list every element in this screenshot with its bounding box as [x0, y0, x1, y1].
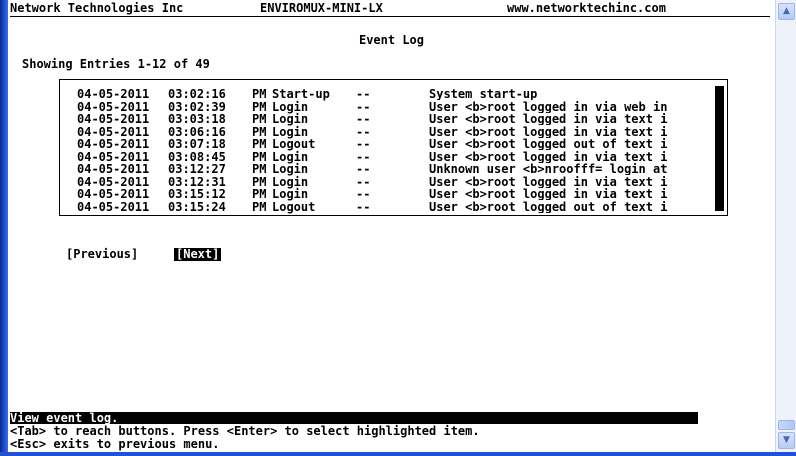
log-event: Logout — [272, 199, 316, 214]
log-dash: -- — [356, 199, 371, 214]
log-time: 03:06:16 — [168, 124, 226, 139]
window: Network Technologies Inc ENVIROMUX-MINI-… — [0, 0, 796, 456]
log-dash: -- — [356, 162, 371, 176]
log-description: User <b>root logged in via text i — [429, 113, 668, 125]
log-ampm: PM — [252, 99, 267, 114]
log-description: User <b>root logged in via text i — [429, 150, 668, 163]
log-date: 04-05-2011 — [77, 137, 150, 151]
log-time: 03:02:39 — [168, 99, 226, 114]
log-event: Login — [272, 149, 309, 164]
log-ampm: PM — [252, 149, 267, 164]
log-scrollbar[interactable] — [715, 86, 724, 211]
log-ampm: PM — [252, 112, 267, 126]
log-date: 04-05-2011 — [77, 87, 150, 101]
event-log-list[interactable]: 04-05-2011 03:02:16 PM Start-up -- System sta… — [59, 79, 728, 216]
log-time: 03:08:45 — [168, 149, 226, 164]
log-date: 04-05-2011 — [77, 174, 150, 189]
log-description: Unknown user <b>nroofff= login at — [429, 163, 668, 175]
status-bar: View event log. — [10, 412, 698, 424]
log-time: 03:12:27 — [168, 162, 226, 176]
log-date: 04-05-2011 — [77, 187, 150, 201]
log-event: Login — [272, 174, 309, 189]
log-event: Login — [272, 112, 309, 126]
log-dash: -- — [356, 99, 371, 114]
previous-button[interactable]: [Previous] — [66, 248, 138, 261]
log-ampm: PM — [252, 137, 267, 151]
terminal-screen: Network Technologies Inc ENVIROMUX-MINI-… — [8, 0, 775, 452]
log-dash: -- — [356, 149, 371, 164]
log-event: Login — [272, 187, 309, 201]
window-scrollbar[interactable]: ▲ ▼ — [775, 0, 796, 452]
log-dash: -- — [356, 124, 371, 139]
window-border-bottom — [0, 452, 796, 456]
scroll-thumb[interactable] — [778, 420, 795, 430]
log-description: User <b>root logged out of text i — [429, 138, 668, 150]
log-ampm: PM — [252, 187, 267, 201]
entries-count: Showing Entries 1-12 of 49 — [22, 57, 210, 71]
log-ampm: PM — [252, 124, 267, 139]
log-ampm: PM — [252, 162, 267, 176]
log-event: Login — [272, 99, 309, 114]
next-button[interactable]: [Next] — [174, 248, 222, 261]
log-time: 03:02:16 — [168, 87, 226, 101]
log-date: 04-05-2011 — [77, 99, 150, 114]
log-time: 03:12:31 — [168, 174, 226, 189]
help-text-esc: <Esc> exits to previous menu. — [10, 437, 220, 451]
log-date: 04-05-2011 — [77, 162, 150, 176]
log-event: Login — [272, 162, 309, 176]
log-description: User <b>root logged in via text i — [429, 188, 668, 200]
product-name: ENVIROMUX-MINI-LX — [260, 1, 383, 15]
log-ampm: PM — [252, 174, 267, 189]
header-bar: Network Technologies Inc ENVIROMUX-MINI-… — [10, 2, 770, 17]
log-dash: -- — [356, 112, 371, 126]
scroll-down-arrow-icon[interactable]: ▼ — [778, 432, 795, 449]
log-time: 03:15:12 — [168, 187, 226, 201]
page-title: Event Log — [358, 33, 425, 47]
company-name: Network Technologies Inc — [10, 1, 184, 15]
log-dash: -- — [356, 137, 371, 151]
log-event: Logout — [272, 137, 316, 151]
log-date: 04-05-2011 — [77, 124, 150, 139]
log-dash: -- — [356, 174, 371, 189]
log-time: 03:15:24 — [168, 199, 226, 214]
log-event: Start-up — [272, 87, 330, 101]
log-ampm: PM — [252, 199, 267, 214]
scroll-up-arrow-icon[interactable]: ▲ — [778, 3, 795, 20]
log-description: System start-up — [429, 88, 538, 100]
log-description: User <b>root logged out of text i — [429, 200, 668, 213]
website-url: www.networktechinc.com — [507, 1, 666, 15]
log-description: User <b>root logged in via web in — [429, 100, 668, 113]
log-description: User <b>root logged in via text i — [429, 175, 668, 188]
log-ampm: PM — [252, 87, 267, 101]
log-time: 03:07:18 — [168, 137, 226, 151]
log-dash: -- — [356, 87, 371, 101]
window-border-left — [0, 0, 8, 456]
log-dash: -- — [356, 187, 371, 201]
log-date: 04-05-2011 — [77, 199, 150, 214]
log-date: 04-05-2011 — [77, 149, 150, 164]
log-description: User <b>root logged in via text i — [429, 125, 668, 138]
log-event: Login — [272, 124, 309, 139]
log-date: 04-05-2011 — [77, 112, 150, 126]
log-time: 03:03:18 — [168, 112, 226, 126]
